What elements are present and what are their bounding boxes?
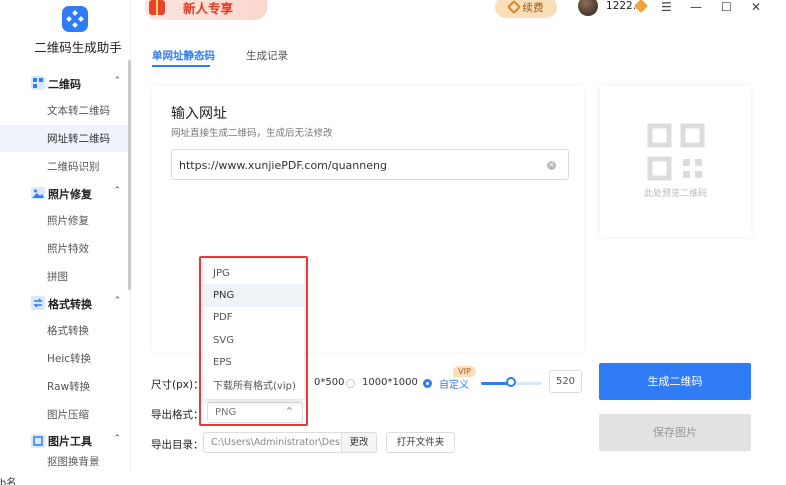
size-label: 尺寸(px)： <box>151 379 204 391</box>
top-bar: 新人专享 续费 1222... ☰ — ☐ ✕ <box>131 0 786 20</box>
image-tool-icon <box>31 433 45 448</box>
sidebar-group-photo-repair[interactable]: 照片修复 ⌃ <box>0 180 131 207</box>
renew-button[interactable]: 续费 <box>495 0 557 18</box>
photo-icon <box>31 187 45 200</box>
dir-input[interactable]: C:\Users\Administrator\Des <box>203 432 342 453</box>
url-value: https://www.xunjiePDF.com/quanneng <box>179 159 387 172</box>
generate-qr-button[interactable]: 生成二维码 <box>599 363 751 400</box>
app-title: 二维码生成助手 <box>34 40 122 55</box>
size-option-1000[interactable]: 1000*1000 <box>362 377 418 388</box>
bottom-text: h名 <box>0 478 17 485</box>
sidebar-item-raw-convert[interactable]: Raw转换 <box>0 373 131 401</box>
sidebar-item-photo-repair[interactable]: 照片修复 <box>0 207 131 235</box>
vip-tag: VIP <box>453 366 476 377</box>
menu-icon[interactable]: ☰ <box>661 0 672 14</box>
size-radio-1000[interactable] <box>346 379 355 388</box>
tab-underline <box>152 65 210 67</box>
promo-banner[interactable]: 新人专享 <box>145 0 267 20</box>
size-option-500[interactable]: 0*500 <box>314 377 344 388</box>
sidebar-item-qr-recognize[interactable]: 二维码识别 <box>0 152 131 180</box>
sidebar-item-url-to-qr[interactable]: 网址转二维码 <box>0 124 131 153</box>
dir-label: 导出目录： <box>151 439 204 451</box>
annotation-highlight-box <box>199 256 308 426</box>
open-folder-button[interactable]: 打开文件夹 <box>386 432 455 453</box>
save-image-button[interactable]: 保存图片 <box>599 414 751 451</box>
sidebar-item-heic-convert[interactable]: Heic转换 <box>0 345 131 373</box>
sidebar: 二维码生成助手 二维码 ⌃ 文本转二维码 网址转二维码 二维码识别 照片修复 ⌃… <box>0 0 131 472</box>
sidebar-item-photo-effects[interactable]: 照片特效 <box>0 235 131 263</box>
convert-icon <box>31 296 45 311</box>
qr-placeholder-icon <box>647 123 705 181</box>
chevron-up-icon[interactable]: ⌃ <box>113 76 121 86</box>
sidebar-nav: 二维码 ⌃ 文本转二维码 网址转二维码 二维码识别 照片修复 ⌃ 照片修复 照片… <box>0 70 131 469</box>
size-option-custom[interactable]: 自定义 <box>439 376 469 391</box>
sidebar-group-label: 格式转换 <box>48 297 92 311</box>
url-input[interactable]: https://www.xunjiePDF.com/quanneng ✕ <box>171 149 569 180</box>
sidebar-item-collage[interactable]: 拼图 <box>0 262 131 290</box>
tab-single-url-static[interactable]: 单网址静态码 <box>152 48 215 63</box>
sidebar-group-format-convert[interactable]: 格式转换 ⌃ <box>0 290 131 317</box>
app-logo <box>62 6 88 32</box>
renew-label: 续费 <box>522 1 544 14</box>
sidebar-item-text-to-qr[interactable]: 文本转二维码 <box>0 97 131 125</box>
logo-icon <box>66 10 84 28</box>
avatar[interactable] <box>578 0 598 16</box>
close-icon[interactable]: ✕ <box>751 0 761 14</box>
sidebar-item-image-compress[interactable]: 图片压缩 <box>0 400 131 428</box>
chevron-up-icon[interactable]: ⌃ <box>113 434 121 444</box>
panel-subtitle: 网址直接生成二维码，生成后无法修改 <box>171 128 333 139</box>
sidebar-scrollbar[interactable] <box>128 60 131 290</box>
sidebar-item-cutout[interactable]: 抠图换背景 <box>0 455 131 469</box>
qr-icon <box>31 76 45 90</box>
chevron-up-icon[interactable]: ⌃ <box>113 296 121 306</box>
panel-title: 输入网址 <box>171 106 227 122</box>
sidebar-group-label: 二维码 <box>48 77 81 91</box>
sidebar-item-format-convert[interactable]: 格式转换 <box>0 317 131 345</box>
minimize-icon[interactable]: — <box>690 0 702 14</box>
gift-icon <box>149 0 165 15</box>
diamond-icon <box>506 0 521 15</box>
qr-preview: 此处预览二维码 <box>600 86 751 237</box>
chevron-up-icon[interactable]: ⌃ <box>113 186 121 196</box>
tab-generate-record[interactable]: 生成记录 <box>246 48 288 63</box>
promo-text: 新人专享 <box>183 1 234 16</box>
size-input[interactable]: 520 <box>549 370 582 393</box>
sidebar-group-image-tools[interactable]: 图片工具 ⌃ <box>0 428 131 455</box>
change-dir-button[interactable]: 更改 <box>341 432 377 453</box>
maximize-icon[interactable]: ☐ <box>721 0 732 14</box>
sidebar-group-qrcode[interactable]: 二维码 ⌃ <box>0 70 131 97</box>
sidebar-group-label: 照片修复 <box>48 187 92 201</box>
sidebar-group-label: 图片工具 <box>48 435 92 449</box>
clear-icon[interactable]: ✕ <box>547 161 556 170</box>
slider-knob[interactable] <box>506 377 516 387</box>
preview-placeholder-text: 此处预览二维码 <box>643 189 707 199</box>
size-radio-custom[interactable] <box>423 379 432 388</box>
format-label: 导出格式： <box>151 409 204 421</box>
